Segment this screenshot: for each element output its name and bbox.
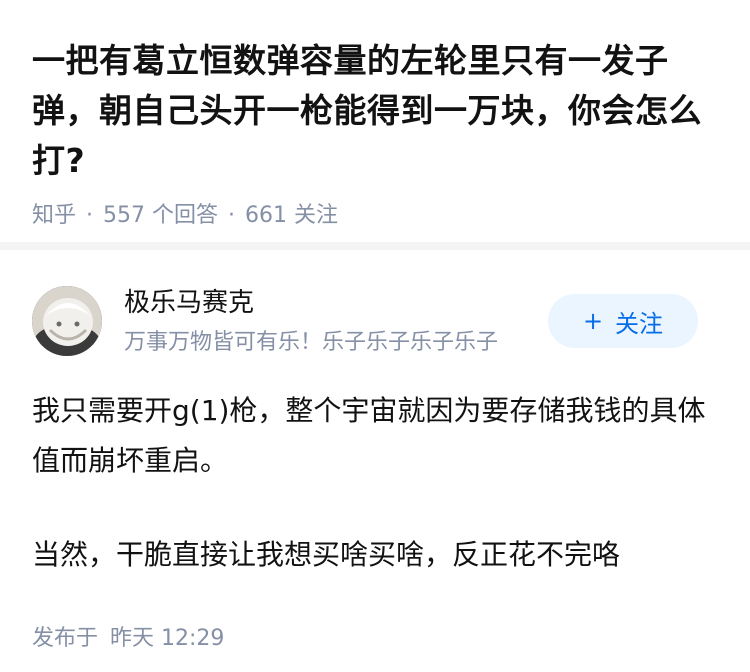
question-meta: 知乎 · 557 个回答 · 661 关注 bbox=[32, 202, 718, 230]
answers-count[interactable]: 557 bbox=[103, 203, 145, 228]
avatar-image-icon bbox=[32, 286, 102, 356]
author-name[interactable]: 极乐马赛克 bbox=[124, 286, 254, 320]
author-bio: 万事万物皆可有乐！乐子乐子乐子乐子 bbox=[124, 330, 499, 355]
publish-prefix: 发布于 bbox=[32, 626, 99, 651]
source-label[interactable]: 知乎 bbox=[32, 203, 76, 228]
answer-paragraph: 我只需要开g(1)枪，整个宇宙就因为要存储我钱的具体值而崩坏重启。 bbox=[32, 394, 706, 477]
followers-count[interactable]: 661 bbox=[245, 203, 287, 228]
section-divider bbox=[0, 242, 750, 250]
question-header: 一把有葛立恒数弹容量的左轮里只有一发子弹，朝自己头开一枪能得到一万块，你会怎么打… bbox=[0, 0, 750, 228]
separator-dot: · bbox=[228, 203, 236, 228]
answers-label[interactable]: 个回答 bbox=[152, 203, 218, 228]
author-row: 极乐马赛克 万事万物皆可有乐！乐子乐子乐子乐子 + 关注 bbox=[32, 286, 718, 378]
answer-content: 我只需要开g(1)枪，整个宇宙就因为要存储我钱的具体值而崩坏重启。 当然，干脆直… bbox=[32, 386, 718, 580]
plus-icon: + bbox=[582, 307, 604, 335]
avatar[interactable] bbox=[32, 286, 102, 356]
publish-info: 发布于 昨天 12:29 bbox=[32, 624, 718, 654]
separator-dot: · bbox=[86, 203, 94, 228]
follow-button[interactable]: + 关注 bbox=[548, 294, 698, 348]
follow-label: 关注 bbox=[615, 309, 664, 338]
publish-time: 昨天 12:29 bbox=[110, 626, 225, 651]
followers-label[interactable]: 关注 bbox=[294, 203, 338, 228]
question-title[interactable]: 一把有葛立恒数弹容量的左轮里只有一发子弹，朝自己头开一枪能得到一万块，你会怎么打… bbox=[32, 36, 718, 186]
answer-card: 极乐马赛克 万事万物皆可有乐！乐子乐子乐子乐子 + 关注 我只需要开g(1)枪，… bbox=[0, 286, 750, 654]
answer-paragraph: 当然，干脆直接让我想买啥买啥，反正花不完咯 bbox=[32, 538, 621, 571]
